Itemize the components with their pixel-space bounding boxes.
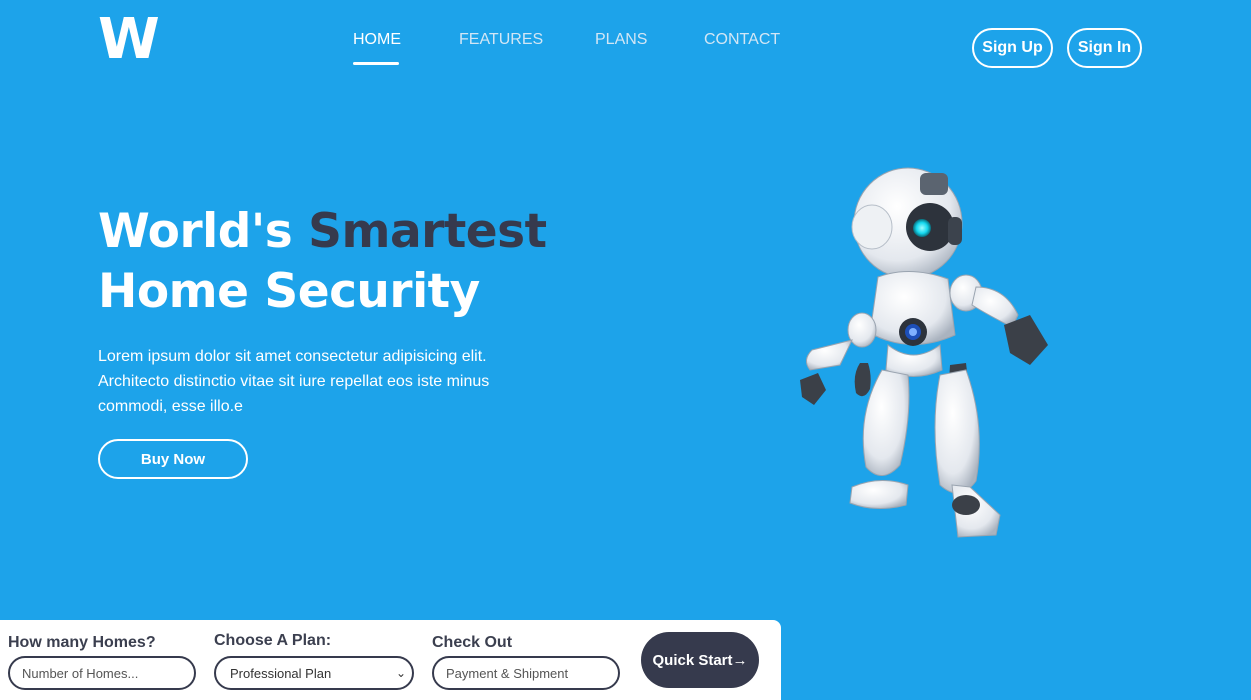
chevron-down-icon: ⌄ xyxy=(395,666,406,680)
hero-title-part1: World's xyxy=(98,204,309,259)
buy-now-button[interactable]: Buy Now xyxy=(98,439,248,479)
quick-start-panel: How many Homes? Number of Homes... Choos… xyxy=(0,620,781,700)
nav-plans[interactable]: PLANS xyxy=(595,31,647,49)
quick-start-button[interactable]: Quick Start→ xyxy=(641,632,759,688)
nav-features[interactable]: FEATURES xyxy=(459,31,543,49)
signin-button[interactable]: Sign In xyxy=(1067,28,1142,68)
plan-select[interactable]: Professional Plan ⌄ xyxy=(214,656,414,690)
signup-button[interactable]: Sign Up xyxy=(972,28,1053,68)
hero-description: Lorem ipsum dolor sit amet consectetur a… xyxy=(98,348,490,415)
hero-title-accent: Smartest xyxy=(308,204,547,259)
homes-input[interactable]: Number of Homes... xyxy=(8,656,196,690)
nav-active-indicator xyxy=(353,62,399,65)
hero-title: World's Smartest Home Security xyxy=(98,202,547,322)
robot-image xyxy=(800,167,1048,538)
checkout-input[interactable]: Payment & Shipment xyxy=(432,656,620,690)
brand-logo[interactable]: W xyxy=(98,12,160,68)
homes-label: How many Homes? xyxy=(8,634,156,651)
nav-home[interactable]: HOME xyxy=(353,31,401,49)
nav-contact[interactable]: CONTACT xyxy=(704,31,780,49)
plan-selected-value: Professional Plan xyxy=(230,665,332,681)
hero-title-line2: Home Security xyxy=(98,264,480,319)
checkout-label: Check Out xyxy=(432,634,513,651)
plan-label: Choose A Plan: xyxy=(214,632,332,649)
